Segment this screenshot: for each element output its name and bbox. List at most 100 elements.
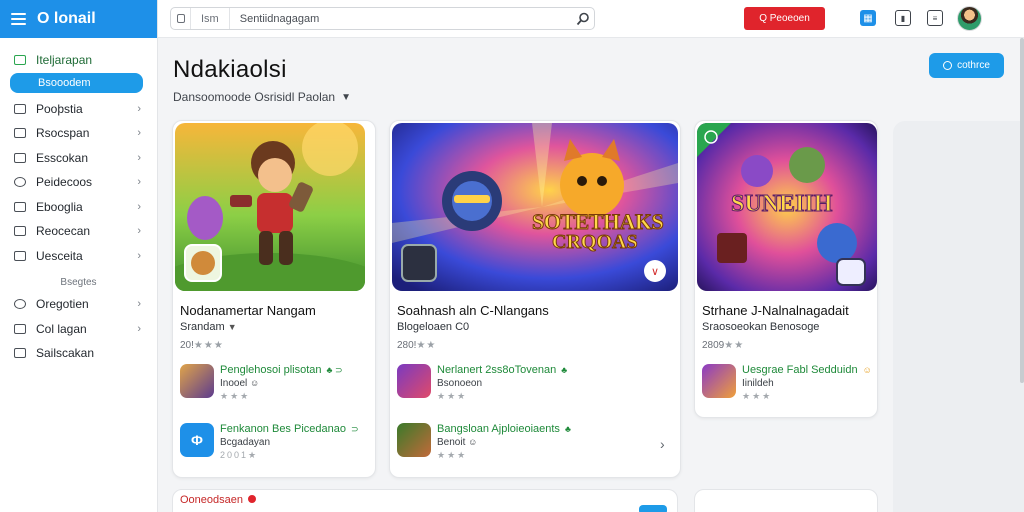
recommended-subtitle: Bsonoeon — [437, 378, 483, 389]
game-hero-image-3[interactable]: SUNEIIH — [697, 123, 877, 291]
recommended-sub-mark: ☺ — [250, 378, 260, 388]
game-hero-image-2[interactable]: ∨ SOTETHAKS CRQOAS — [392, 123, 678, 291]
grid-icon — [14, 226, 26, 237]
filter-dropdown[interactable]: Dansoomoode Osrisidl Paolan ▼ — [173, 90, 351, 104]
game-title[interactable]: Soahnash aln C-Nlangans — [397, 303, 549, 318]
sidebar-item-1[interactable]: Pooþstia › — [0, 97, 157, 122]
notes-icon[interactable]: ≡ — [927, 10, 943, 26]
sidebar-item-8[interactable]: Oregotien › — [0, 292, 157, 317]
recommended-sub-mark: ☺ — [468, 437, 478, 447]
recommended-thumbnail — [397, 364, 431, 398]
sidebar-item-label: Ebooglia — [36, 199, 83, 214]
primary-action-button[interactable]: Q Peoeoen — [744, 7, 825, 30]
right-panel — [893, 121, 1024, 512]
recommended-mark: ♣ — [561, 365, 568, 375]
section-pill-button[interactable] — [639, 505, 667, 512]
recommended-title-text: Bangsloan Ajploieoiaents — [437, 423, 560, 435]
top-action-button[interactable]: cothrce — [929, 53, 1004, 78]
sidebar-section-heading: Bsegtes — [60, 277, 97, 288]
recommended-title: Nerlanert 2ss8oTovenan ♣ — [437, 364, 567, 376]
hero-title-line-2: CRQOAS — [552, 231, 639, 254]
rating-stars: ★★ — [724, 340, 745, 351]
top-action-label: cothrce — [957, 60, 990, 71]
recommended-item[interactable]: Ф Fenkanon Bes Picedanao ⊃ Bcgadayan 2001… — [180, 423, 370, 460]
section-label: Ooneodsaen — [180, 494, 256, 506]
sidebar-item-5[interactable]: Ebooglia › — [0, 195, 157, 220]
table-icon — [14, 250, 26, 261]
recommended-item[interactable]: Uesgrae Fabl Sedduidn ☺ Iinildeh ★★★ — [702, 364, 874, 401]
chevron-right-icon: › — [137, 322, 141, 335]
main-content: Ndakiaolsi Dansoomoode Osrisidl Paolan ▼… — [158, 38, 1024, 512]
game-subtitle: Srandam ▼ — [180, 321, 237, 333]
recommended-subtitle-text: Inooel — [220, 378, 248, 389]
recommended-item[interactable]: Nerlanert 2ss8oTovenan ♣ Bsonoeon ★★★ — [397, 364, 667, 401]
sidebar-item-label: Sailscakan — [36, 346, 95, 361]
recommended-item[interactable]: Bangsloan Ajploieoiaents ♣ Benoit ☺ ★★★ — [397, 423, 667, 460]
game-card-3[interactable]: SUNEIIH Strhane J-Nalnalnagadait Sraosoe… — [694, 120, 878, 418]
rating-stars: ★★ — [416, 340, 437, 351]
game-rating: 20!★★★ — [180, 340, 224, 351]
sidebar-item-label: Pooþstia — [36, 101, 83, 116]
rating-prefix: 20! — [180, 340, 194, 351]
sidebar-bottom-group: Oregotien › Col lagan › Sailscakan — [0, 292, 157, 366]
sidebar-item-3[interactable]: Esscokan › — [0, 146, 157, 171]
avatar[interactable] — [957, 6, 982, 31]
recommended-title: Fenkanon Bes Picedanao ⊃ — [220, 423, 359, 435]
sidebar-item-2[interactable]: Rsocspan › — [0, 121, 157, 146]
recommended-mark: ☺ — [862, 365, 872, 375]
game-card-1[interactable]: Nodanamertar Nangam Srandam ▼ 20!★★★ Pen… — [172, 120, 376, 478]
rating-prefix: 2809 — [702, 340, 725, 351]
sidebar: O lonail Iteljarapan Bsooodem Pooþstia › … — [0, 0, 158, 512]
recommended-item[interactable]: Penglehosoi plisotan ♣ ⊃ Inooel ☺ ★★★ — [180, 364, 370, 401]
brand-bar[interactable]: O lonail — [0, 0, 157, 38]
lock-icon — [171, 8, 191, 29]
game-rating: 280!★★ — [397, 340, 436, 351]
game-card-2[interactable]: ∨ SOTETHAKS CRQOAS Soahnash aln C-Nlanga… — [389, 120, 681, 478]
menu-icon[interactable] — [11, 13, 26, 25]
chevron-right-icon: › — [137, 225, 141, 237]
scrollbar[interactable] — [1020, 38, 1024, 383]
game-title[interactable]: Strhane J-Nalnalnagadait — [702, 303, 849, 318]
document-icon — [14, 103, 26, 114]
sidebar-item-4[interactable]: Peidecoos › — [0, 170, 157, 195]
game-rating: 2809★★ — [702, 340, 744, 351]
chat-icon — [14, 323, 26, 334]
game-subtitle-text: Srandam — [180, 321, 225, 333]
brand-name: O lonail — [37, 10, 96, 27]
svg-text:∨: ∨ — [651, 266, 659, 278]
square-icon — [14, 348, 26, 359]
recommended-stars: ★★★ — [437, 450, 468, 460]
recommended-title-text: Fenkanon Bes Picedanao — [220, 423, 346, 435]
recommended-stars: ★★★ — [220, 391, 251, 401]
recommended-title-text: Uesgrae Fabl Sedduidn — [742, 364, 858, 376]
sidebar-item-9[interactable]: Col lagan › — [0, 317, 157, 342]
game-title[interactable]: Nodanamertar Nangam — [180, 303, 316, 318]
recommended-subtitle-text: Benoit — [437, 437, 466, 448]
sidebar-item-home-active[interactable]: Bsooodem — [10, 72, 143, 93]
recommended-stars: 2001★ — [220, 450, 259, 460]
search-icon[interactable] — [572, 12, 594, 26]
search-scope[interactable]: Ism — [191, 8, 230, 29]
search-bar[interactable]: Ism Sentiidnagagam — [170, 7, 595, 30]
sidebar-item-label: Uesceita — [36, 248, 83, 263]
game-subtitle: Sraosoeokan Benosoge — [702, 321, 820, 333]
recommended-mark: ♣ ⊃ — [326, 365, 343, 375]
section-card-2[interactable] — [694, 489, 878, 512]
globe-icon — [14, 299, 26, 310]
alert-dot-icon — [248, 495, 256, 503]
chevron-right-icon[interactable]: › — [660, 436, 665, 452]
chevron-right-icon: › — [137, 176, 141, 188]
book-icon — [14, 201, 26, 212]
section-dash: — — — — — [180, 508, 275, 512]
apps-icon[interactable]: ▦ — [860, 10, 876, 26]
bookmark-icon[interactable]: ▮ — [895, 10, 911, 26]
sidebar-item-10[interactable]: Sailscakan — [0, 341, 157, 366]
sidebar-item-6[interactable]: Reocecan › — [0, 219, 157, 244]
recommended-subtitle: Benoit ☺ — [437, 437, 477, 448]
search-input[interactable]: Sentiidnagagam — [230, 13, 572, 25]
sidebar-item-store[interactable]: Iteljarapan — [0, 48, 157, 73]
game-hero-image-1[interactable] — [175, 123, 365, 291]
section-card[interactable]: Ooneodsaen — — — — — [172, 489, 678, 512]
sidebar-item-7[interactable]: Uesceita › — [0, 244, 157, 269]
sidebar-item-label: Reocecan — [36, 224, 91, 239]
